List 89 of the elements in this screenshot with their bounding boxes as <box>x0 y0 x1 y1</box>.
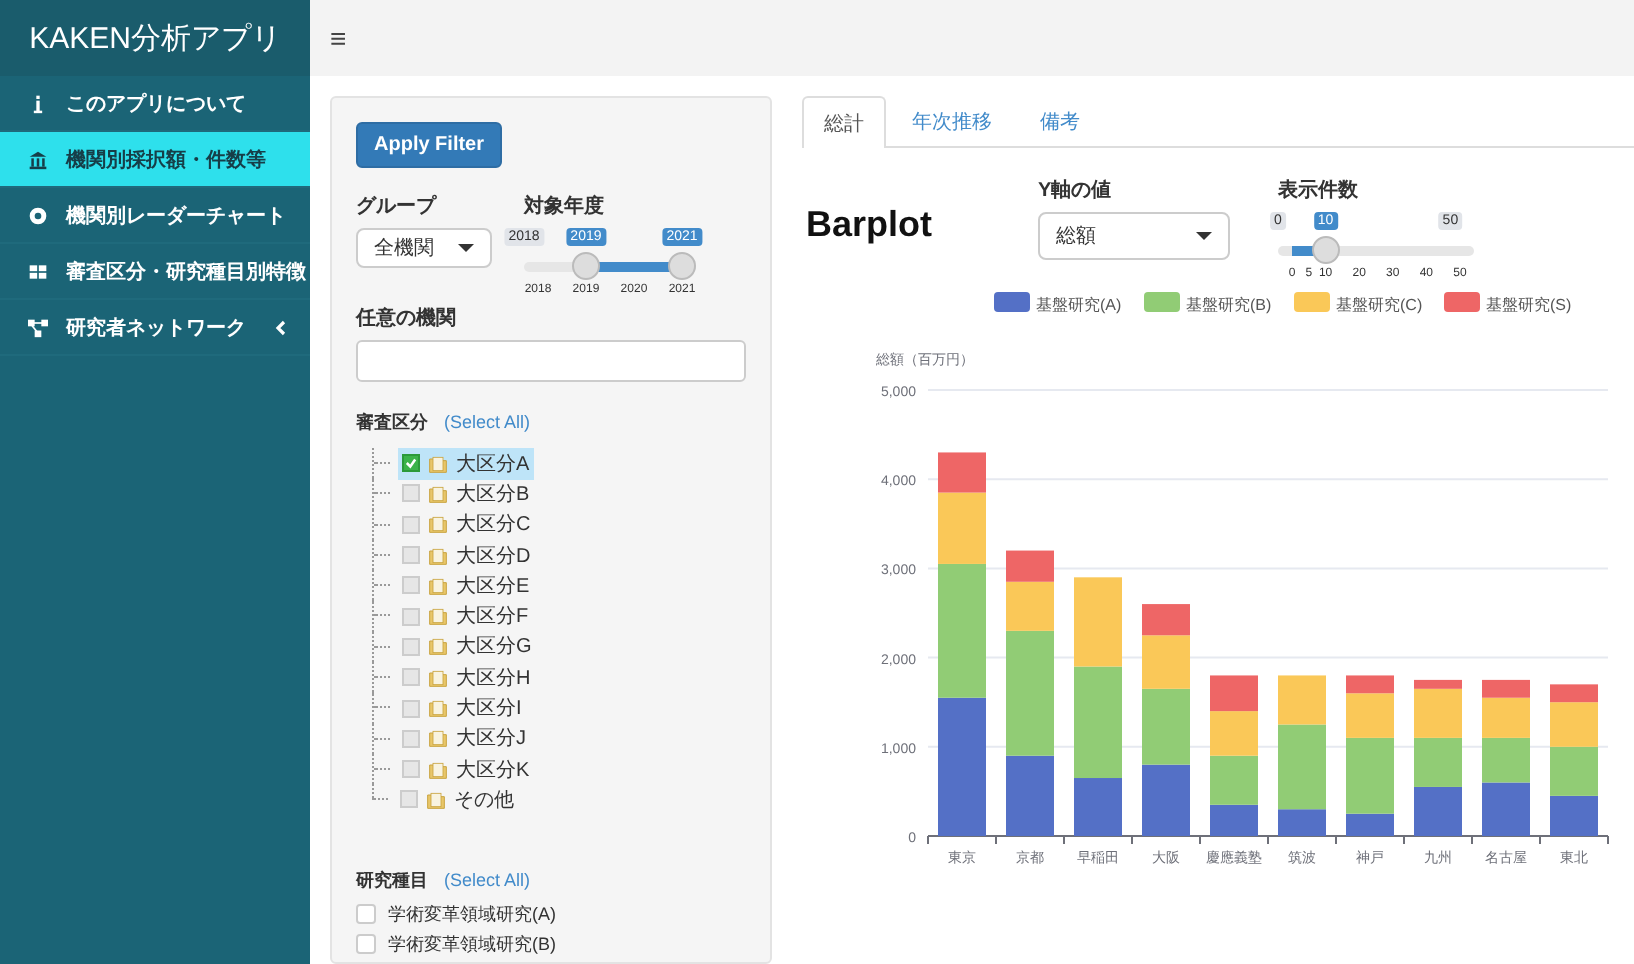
field-label: 任意の機関 <box>356 305 458 332</box>
checkbox[interactable] <box>402 484 420 503</box>
field-label: グループ <box>356 192 439 220</box>
bar-segment <box>1414 737 1462 787</box>
checkbox[interactable] <box>402 515 420 534</box>
slider-handle[interactable] <box>1311 236 1340 264</box>
tree-item[interactable]: 大区分I <box>398 692 526 725</box>
folder-icon <box>428 728 448 749</box>
checkbox[interactable] <box>402 607 420 626</box>
folder-icon <box>428 606 448 627</box>
tab[interactable]: 年次推移 <box>890 96 1014 146</box>
folder-icon <box>428 575 448 596</box>
legend-label[interactable]: 基盤研究(B) <box>1186 296 1272 314</box>
tree-item[interactable]: 大区分B <box>398 477 534 510</box>
bar-segment <box>1482 737 1530 783</box>
folder-icon <box>428 453 448 474</box>
info-icon <box>28 93 48 113</box>
checkbox[interactable] <box>402 546 420 565</box>
folder-icon <box>428 698 448 719</box>
checkbox[interactable] <box>402 637 420 656</box>
checkbox[interactable] <box>356 904 376 925</box>
bar-segment <box>1074 577 1122 667</box>
menu-toggle[interactable]: ≡ <box>330 22 347 54</box>
bar-segment <box>1550 795 1598 836</box>
checkbox[interactable] <box>402 668 420 687</box>
tree-item[interactable]: 大区分E <box>398 569 534 602</box>
slider-handle[interactable] <box>668 252 696 280</box>
bar-segment <box>1414 786 1462 836</box>
tree-item[interactable]: 大区分J <box>398 722 530 755</box>
bank-icon <box>28 149 48 169</box>
folder-icon <box>426 789 446 810</box>
tab[interactable]: 備考 <box>1018 96 1102 146</box>
bar-segment <box>1482 782 1530 836</box>
tree-item[interactable]: 大区分G <box>398 630 536 663</box>
app-title: KAKEN分析アプリ <box>0 0 310 76</box>
caret-icon <box>458 244 474 252</box>
folder-icon <box>428 667 448 688</box>
institution-input[interactable] <box>356 340 746 382</box>
checkbox-label: 学術変革領域研究(A) <box>388 901 556 928</box>
tree-item[interactable]: その他 <box>396 783 518 816</box>
apply-filter-button[interactable]: Apply Filter <box>356 122 503 168</box>
field-label: 審査区分 <box>356 410 428 436</box>
field-label: 研究種目 <box>356 867 428 894</box>
legend-label[interactable]: 基盤研究(C) <box>1336 296 1423 314</box>
tab[interactable]: 総計 <box>802 96 886 148</box>
bar-segment <box>938 697 986 836</box>
count-slider[interactable] <box>1278 236 1474 264</box>
field-label: Y軸の値 <box>1038 177 1114 204</box>
sidebar-item[interactable]: 研究者ネットワーク <box>0 300 310 356</box>
bar-segment <box>1210 711 1258 756</box>
sidebar-item[interactable]: 審査区分・研究種目別特徴 <box>0 244 310 300</box>
caret-icon <box>1196 232 1212 240</box>
folder-icon <box>428 759 448 780</box>
folder-icon <box>428 636 448 657</box>
field-label: 対象年度 <box>524 192 606 220</box>
checkbox[interactable] <box>402 699 420 718</box>
chart-heading: Barplot <box>806 204 934 246</box>
y-axis-select[interactable]: 総額 <box>1038 212 1230 260</box>
tree-item[interactable]: 大区分H <box>398 661 535 694</box>
legend-label[interactable]: 基盤研究(S) <box>1486 296 1572 314</box>
bar-segment <box>1142 688 1190 765</box>
tree-item[interactable]: 大区分C <box>398 508 535 541</box>
sidebar-item[interactable]: 機関別採択額・件数等 <box>0 132 310 188</box>
checkbox[interactable] <box>356 934 376 955</box>
group-select[interactable]: 全機関 <box>356 228 492 268</box>
sidebar-item[interactable]: 機関別レーダーチャート <box>0 188 310 244</box>
legend-label[interactable]: 基盤研究(A) <box>1036 296 1122 314</box>
folder-icon <box>428 483 448 504</box>
bar-segment <box>1210 675 1258 712</box>
bar-segment <box>1550 746 1598 796</box>
circle-dot-icon <box>28 205 48 225</box>
tree-item[interactable]: 大区分A <box>398 447 534 480</box>
field-label: 表示件数 <box>1278 177 1360 204</box>
checkbox[interactable] <box>402 576 420 595</box>
network-icon <box>28 317 48 337</box>
slider-handle[interactable] <box>571 252 600 280</box>
checkbox[interactable] <box>400 790 418 809</box>
tree-item[interactable]: 大区分F <box>398 600 533 633</box>
folder-icon <box>428 514 448 535</box>
tree-item[interactable]: 大区分K <box>398 753 534 786</box>
year-range-slider[interactable] <box>524 252 696 280</box>
checkbox[interactable] <box>402 760 420 779</box>
checkbox[interactable] <box>402 729 420 748</box>
folder-icon <box>428 545 448 566</box>
bar-segment <box>1142 764 1190 836</box>
checkbox[interactable] <box>402 454 420 473</box>
checkbox-label: 学術変革領域研究(B) <box>388 931 556 958</box>
tree-item[interactable]: 大区分D <box>398 539 535 572</box>
grid-icon <box>28 261 48 281</box>
